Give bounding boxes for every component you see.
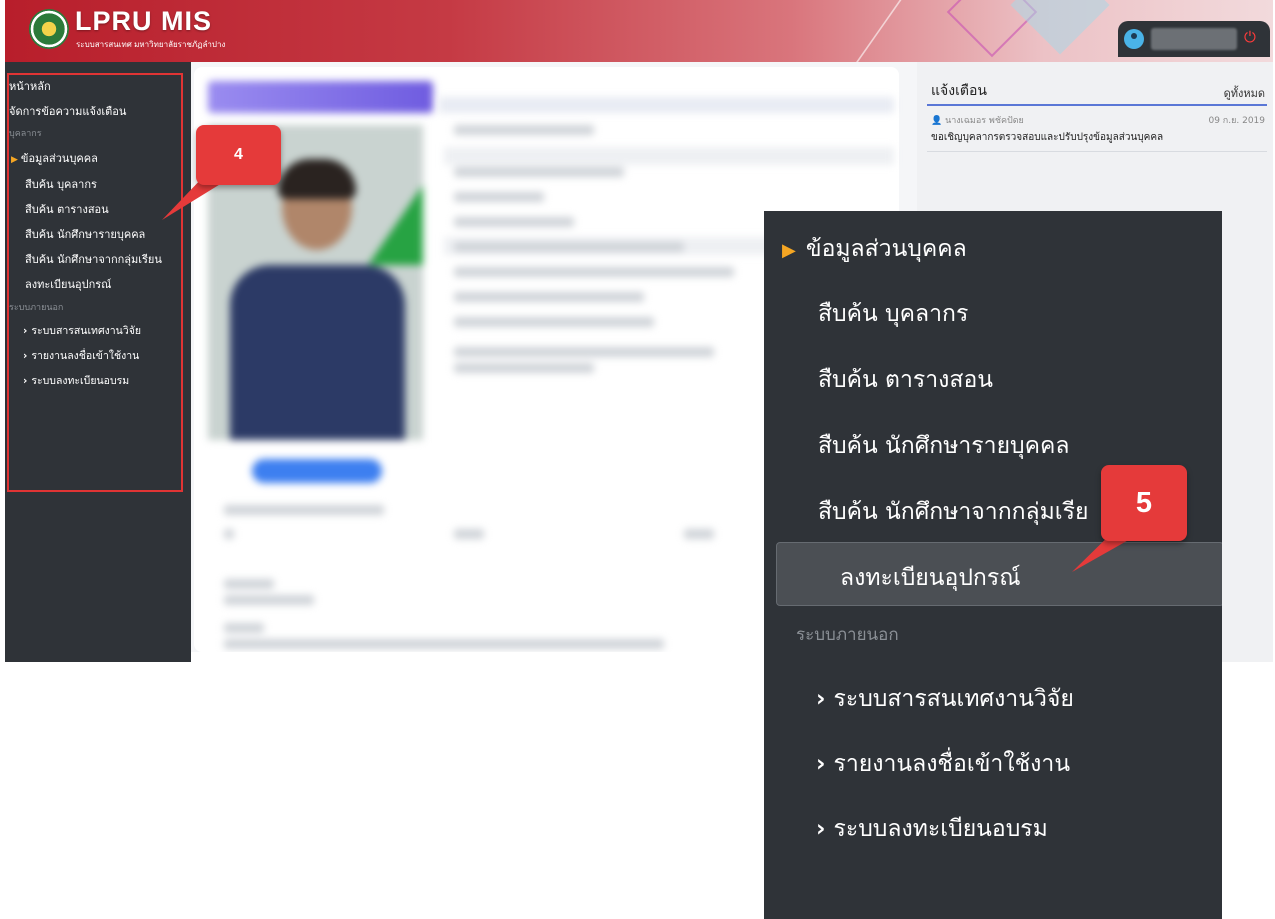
sidebar-item-label: หน้าหลัก bbox=[9, 80, 51, 93]
sidebar-item-label: รายงานลงชื่อเข้าใช้งาน bbox=[31, 350, 140, 362]
user-name-redacted bbox=[1151, 28, 1237, 50]
notification-author: 👤 นางเฉมอร พชัคปัดย bbox=[931, 113, 1024, 127]
zoom-item-label: ระบบลงทะเบียนอบรม bbox=[833, 816, 1048, 842]
sidebar-item-manage-notices[interactable]: จัดการข้อความแจ้งเตือน bbox=[9, 102, 126, 120]
step-callout-5: 5 bbox=[1101, 465, 1187, 541]
sidebar-item-label: สืบค้น ตารางสอน bbox=[25, 203, 109, 216]
zoom-item-search-personnel[interactable]: สืบค้น บุคลากร bbox=[818, 296, 968, 332]
user-menu[interactable]: ⏻ bbox=[1118, 21, 1270, 57]
zoom-item-label: รายงานลงชื่อเข้าใช้งาน bbox=[833, 751, 1071, 777]
profile-header-bar bbox=[439, 97, 894, 113]
sidebar-section-external: ระบบภายนอก bbox=[9, 303, 64, 313]
sidebar-item-search-timetable[interactable]: สืบค้น ตารางสอน bbox=[25, 200, 109, 218]
zoom-item-search-student[interactable]: สืบค้น นักศึกษารายบุคคล bbox=[818, 428, 1070, 464]
header-decoration bbox=[1010, 0, 1110, 55]
sidebar-section-personnel: บุคลากร bbox=[9, 129, 42, 139]
zoom-item-label: ข้อมูลส่วนบุคคล bbox=[805, 236, 967, 262]
caret-right-icon: ▶ bbox=[782, 240, 796, 261]
upload-photo-button[interactable] bbox=[252, 459, 382, 483]
user-icon: 👤 bbox=[931, 116, 946, 126]
zoom-item-register-device[interactable]: ลงทะเบียนอุปกรณ์ bbox=[840, 560, 1021, 596]
power-icon[interactable]: ⏻ bbox=[1244, 28, 1256, 46]
chevron-right-icon: › bbox=[816, 816, 826, 842]
sidebar-item-label: จัดการข้อความแจ้งเตือน bbox=[9, 105, 127, 118]
zoom-section-external: ระบบภายนอก bbox=[796, 625, 899, 645]
zoom-item-label: สืบค้น บุคลากร bbox=[818, 301, 969, 327]
step-callout-4: 4 bbox=[196, 125, 281, 185]
chevron-right-icon: › bbox=[816, 751, 826, 777]
sidebar-item-home[interactable]: หน้าหลัก bbox=[9, 77, 51, 95]
chevron-right-icon: › bbox=[816, 686, 826, 712]
sidebar-item-label: สืบค้น นักศึกษารายบุคคล bbox=[25, 228, 146, 241]
caret-right-icon: ▶ bbox=[11, 155, 18, 165]
sidebar-item-search-personnel[interactable]: สืบค้น บุคลากร bbox=[25, 175, 97, 193]
zoom-item-label: สืบค้น นักศึกษารายบุคคล bbox=[818, 433, 1070, 459]
sidebar-item-personal-info[interactable]: ▶ ข้อมูลส่วนบุคคล bbox=[11, 149, 98, 167]
chevron-right-icon: › bbox=[23, 375, 28, 387]
sidebar: หน้าหลัก จัดการข้อความแจ้งเตือน บุคลากร … bbox=[5, 62, 191, 662]
zoom-item-label: สืบค้น ตารางสอน bbox=[818, 367, 993, 393]
photo-person-body bbox=[230, 265, 405, 440]
zoom-item-label: สืบค้น นักศึกษาจากกลุ่มเรีย bbox=[818, 499, 1089, 525]
sidebar-item-training-registration[interactable]: › ระบบลงทะเบียนอบรม bbox=[23, 372, 129, 389]
app-title[interactable]: LPRU MIS bbox=[75, 6, 212, 37]
zoom-item-label: ระบบสารสนเทศงานวิจัย bbox=[833, 686, 1074, 712]
sidebar-item-register-device[interactable]: ลงทะเบียนอุปกรณ์ bbox=[25, 275, 111, 293]
photo-person-hair bbox=[278, 159, 356, 199]
user-avatar-icon[interactable] bbox=[1124, 29, 1144, 49]
sidebar-item-label: ระบบลงทะเบียนอบรม bbox=[31, 375, 130, 387]
chevron-right-icon: › bbox=[23, 325, 28, 337]
sidebar-item-label: สืบค้น นักศึกษาจากกลุ่มเรียน bbox=[25, 253, 162, 266]
notification-date: 09 ก.ย. 2019 bbox=[1208, 116, 1265, 126]
zoom-item-search-timetable[interactable]: สืบค้น ตารางสอน bbox=[818, 362, 993, 398]
zoom-item-research-system[interactable]: › ระบบสารสนเทศงานวิจัย bbox=[816, 681, 1074, 717]
sidebar-item-label: ระบบสารสนเทศงานวิจัย bbox=[31, 325, 142, 337]
zoom-item-label: ลงทะเบียนอุปกรณ์ bbox=[840, 565, 1021, 591]
zoom-item-login-report[interactable]: › รายงานลงชื่อเข้าใช้งาน bbox=[816, 746, 1070, 782]
zoom-item-personal-info[interactable]: ▶ ข้อมูลส่วนบุคคล bbox=[782, 231, 967, 267]
sidebar-item-search-student-group[interactable]: สืบค้น นักศึกษาจากกลุ่มเรียน bbox=[25, 250, 162, 268]
app-header: LPRU MIS ระบบสารสนเทศ มหาวิทยาลัยราชภัฏล… bbox=[5, 0, 1273, 62]
notification-title: แจ้งเตือน bbox=[931, 83, 987, 99]
photo-background-shape bbox=[368, 185, 423, 265]
zoom-item-training-registration[interactable]: › ระบบลงทะเบียนอบรม bbox=[816, 811, 1048, 847]
view-all-link[interactable]: ดูทั้งหมด bbox=[1224, 84, 1265, 102]
profile-tab[interactable] bbox=[208, 81, 433, 113]
notification-separator bbox=[927, 151, 1267, 152]
sidebar-item-label: ลงทะเบียนอุปกรณ์ bbox=[25, 278, 112, 291]
notification-author-name: นางเฉมอร พชัคปัดย bbox=[945, 116, 1024, 126]
app-subtitle: ระบบสารสนเทศ มหาวิทยาลัยราชภัฏลำปาง bbox=[76, 40, 226, 49]
sidebar-item-login-report[interactable]: › รายงานลงชื่อเข้าใช้งาน bbox=[23, 347, 139, 364]
notification-divider bbox=[927, 104, 1267, 106]
sidebar-item-search-student[interactable]: สืบค้น นักศึกษารายบุคคล bbox=[25, 225, 145, 243]
chevron-right-icon: › bbox=[23, 350, 28, 362]
zoom-item-search-student-group[interactable]: สืบค้น นักศึกษาจากกลุ่มเรีย bbox=[818, 494, 1089, 530]
sidebar-item-label: สืบค้น บุคลากร bbox=[25, 178, 97, 191]
notification-message[interactable]: ขอเชิญบุคลากรตรวจสอบและปรับปรุงข้อมูลส่ว… bbox=[931, 130, 1163, 145]
university-seal-logo[interactable] bbox=[29, 9, 69, 49]
sidebar-item-research-system[interactable]: › ระบบสารสนเทศงานวิจัย bbox=[23, 322, 141, 339]
sidebar-item-label: ข้อมูลส่วนบุคคล bbox=[20, 152, 98, 165]
